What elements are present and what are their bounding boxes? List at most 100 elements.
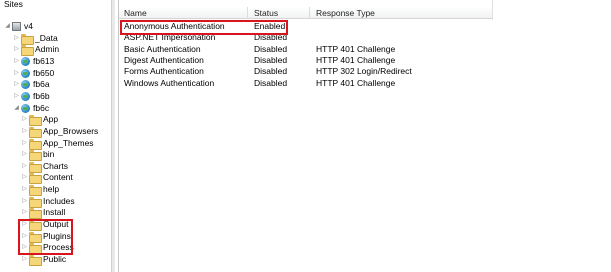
tree-item[interactable]: ▷ Admin — [13, 44, 59, 57]
expander-icon[interactable]: ▷ — [21, 114, 28, 125]
folder-icon — [29, 243, 42, 255]
sites-tree[interactable]: Sites ◢ v4 ▷ _Data ▷ Admin ▷ fb613 ▷ fb650 ▷ fb6a ▷ f… — [0, 0, 111, 272]
tree-item-label: fb613 — [33, 55, 55, 66]
expander-icon[interactable]: ▷ — [21, 196, 28, 207]
tree-item[interactable]: ▷ help — [21, 184, 60, 197]
tree-item[interactable]: ▷ bin — [21, 149, 54, 162]
cell-status: Disabled — [254, 43, 288, 54]
tree-item[interactable]: ▷ fb6a — [13, 79, 50, 90]
tree-item[interactable]: ▷ Plugins — [21, 230, 71, 243]
pane-divider — [118, 0, 119, 272]
expander-icon[interactable]: ▷ — [13, 79, 20, 90]
folder-icon — [29, 126, 42, 138]
expander-icon[interactable]: ▷ — [21, 161, 28, 172]
folder-icon — [29, 150, 42, 162]
cell-name: Anonymous Authentication — [124, 21, 225, 31]
server-icon — [12, 22, 21, 31]
tree-scrollbar[interactable] — [111, 0, 115, 272]
tree-item-label: fb6a — [33, 79, 50, 90]
tree-item-label: fb650 — [33, 67, 55, 78]
tree-item[interactable]: ◢ v4 — [4, 21, 33, 32]
tree-item[interactable]: ▷ fb650 — [13, 68, 54, 79]
authentication-list[interactable]: Name Status Response Type Anonymous Auth… — [118, 0, 493, 272]
cell-response-type — [310, 21, 316, 32]
tree-item-label: Process — [43, 242, 74, 253]
folder-icon — [29, 196, 42, 208]
tree-item[interactable]: ▷ App — [21, 114, 59, 127]
globe-icon — [21, 91, 30, 101]
expander-icon[interactable]: ▷ — [21, 138, 28, 149]
tree-item[interactable]: ▷ Charts — [21, 160, 69, 173]
column-header-response-type[interactable]: Response Type — [310, 7, 493, 19]
cell-response-type — [310, 32, 316, 43]
cell-name: ASP.NET Impersonation — [124, 32, 216, 43]
cell-status: Disabled — [254, 66, 288, 77]
expander-icon[interactable]: ▷ — [21, 231, 28, 242]
tree-item-label: Plugins — [43, 230, 71, 241]
expander-icon[interactable]: ▷ — [21, 172, 28, 183]
folder-icon — [29, 185, 42, 197]
list-row[interactable]: Basic Authentication Disabled HTTP 401 Cha… — [118, 44, 493, 55]
expander-icon[interactable]: ▷ — [21, 242, 28, 253]
expander-icon[interactable]: ▷ — [13, 68, 20, 79]
list-header: Name Status Response Type — [118, 7, 493, 19]
cell-response-type: HTTP 401 Challenge — [316, 54, 396, 65]
expander-icon[interactable]: ▷ — [21, 126, 28, 137]
tree-root-sites[interactable]: Sites — [4, 0, 23, 10]
folder-icon — [29, 161, 42, 173]
list-row[interactable]: Forms Authentication Disabled HTTP 302 Log… — [118, 66, 493, 77]
tree-item-label: v4 — [24, 21, 33, 31]
list-row[interactable]: Digest Authentication Disabled HTTP 401 Ch… — [118, 55, 493, 66]
tree-item[interactable]: ▷ Includes — [21, 196, 75, 208]
expander-icon[interactable]: ▷ — [13, 44, 20, 55]
expander-icon[interactable]: ▷ — [21, 207, 28, 218]
tree-item[interactable]: ◢ fb6c — [13, 103, 49, 114]
expander-icon[interactable]: ▷ — [21, 149, 28, 160]
tree-item-label: Charts — [43, 160, 69, 171]
tree-item[interactable]: ▷ App_Browsers — [21, 126, 98, 138]
expander-icon[interactable]: ▷ — [13, 33, 20, 44]
folder-icon — [29, 220, 42, 232]
cell-status: Enabled — [254, 21, 286, 31]
list-row[interactable]: Windows Authentication Disabled HTTP 401 C… — [118, 78, 493, 89]
expander-icon[interactable]: ◢ — [4, 21, 11, 32]
folder-icon — [29, 231, 42, 243]
tree-item-label: Public — [43, 254, 67, 264]
expander-icon[interactable]: ▷ — [13, 91, 20, 102]
expander-icon[interactable]: ▷ — [21, 184, 28, 195]
column-divider — [492, 0, 493, 20]
tree-item[interactable]: ▷ fb613 — [13, 56, 54, 67]
expander-icon[interactable]: ▷ — [21, 254, 28, 265]
expander-icon[interactable]: ▷ — [13, 56, 20, 67]
folder-icon — [29, 115, 42, 127]
tree-item[interactable]: ▷ Content — [21, 172, 73, 185]
tree-item[interactable]: ▷ fb6b — [13, 91, 50, 102]
folder-icon — [29, 255, 42, 266]
cell-name: Forms Authentication — [124, 66, 204, 77]
tree-item[interactable]: ▷ Public — [21, 254, 67, 266]
list-row[interactable]: Anonymous Authentication Enabled — [118, 21, 493, 32]
tree-item[interactable]: ▷ Output — [21, 219, 69, 232]
tree-root-label: Sites — [4, 0, 23, 9]
tree-item[interactable]: ▷ _Data — [13, 33, 58, 45]
globe-icon — [21, 103, 30, 113]
expander-icon[interactable]: ◢ — [13, 103, 20, 114]
cell-status: Disabled — [254, 77, 288, 88]
globe-icon — [21, 56, 30, 66]
column-header-status[interactable]: Status — [248, 7, 310, 19]
tree-item-label: Content — [43, 172, 73, 183]
list-row[interactable]: ASP.NET Impersonation Disabled — [118, 32, 493, 43]
tree-item-label: fb6b — [33, 90, 50, 101]
tree-item-label: App_Themes — [43, 137, 94, 148]
tree-item[interactable]: ▷ App_Themes — [21, 137, 94, 150]
cell-status: Disabled — [254, 32, 288, 43]
column-header-name[interactable]: Name — [118, 7, 248, 19]
tree-item-label: Install — [43, 207, 66, 218]
tree-item[interactable]: ▷ Process — [21, 242, 74, 255]
tree-item-label: help — [43, 184, 60, 195]
tree-item[interactable]: ▷ Install — [21, 207, 66, 220]
cell-name: Windows Authentication — [124, 77, 215, 88]
cell-response-type: HTTP 401 Challenge — [316, 77, 396, 88]
tree-item-label: App — [43, 114, 59, 125]
expander-icon[interactable]: ▷ — [21, 219, 28, 230]
